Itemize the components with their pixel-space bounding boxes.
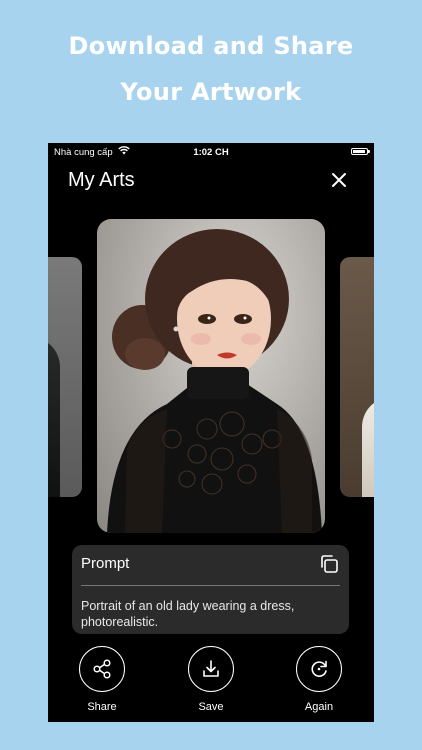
copy-icon[interactable] [319, 554, 339, 574]
headline-line-1: Download and Share [68, 32, 354, 60]
phone-screen: Nhà cung cấp 1:02 CH My Arts Prompt Port… [48, 143, 374, 722]
battery-icon [351, 148, 370, 155]
status-bar: Nhà cung cấp 1:02 CH [48, 143, 374, 161]
close-icon[interactable] [330, 171, 348, 189]
prompt-divider [81, 585, 340, 586]
figure-silhouette [362, 397, 374, 497]
refresh-icon [296, 646, 342, 692]
share-button[interactable]: Share [72, 646, 132, 713]
artwork-thumbnail-previous[interactable] [48, 257, 82, 497]
save-button[interactable]: Save [181, 646, 241, 713]
page-title: My Arts [68, 169, 135, 191]
portrait-illustration [107, 229, 322, 533]
download-icon [188, 646, 234, 692]
prompt-text: Portrait of an old lady wearing a dress,… [81, 599, 295, 629]
status-time: 1:02 CH [193, 147, 229, 158]
prompt-card: Prompt Portrait of an old lady wearing a… [72, 545, 349, 634]
again-button[interactable]: Again [289, 646, 349, 713]
save-label: Save [198, 701, 224, 713]
again-label: Again [304, 701, 334, 713]
artwork-thumbnail-next[interactable] [340, 257, 374, 497]
prompt-label: Prompt [81, 555, 130, 572]
artwork-image[interactable] [97, 219, 325, 533]
figure-silhouette [48, 337, 60, 497]
share-label: Share [87, 701, 117, 713]
headline-line-2: Your Artwork [120, 78, 302, 106]
share-icon [79, 646, 125, 692]
